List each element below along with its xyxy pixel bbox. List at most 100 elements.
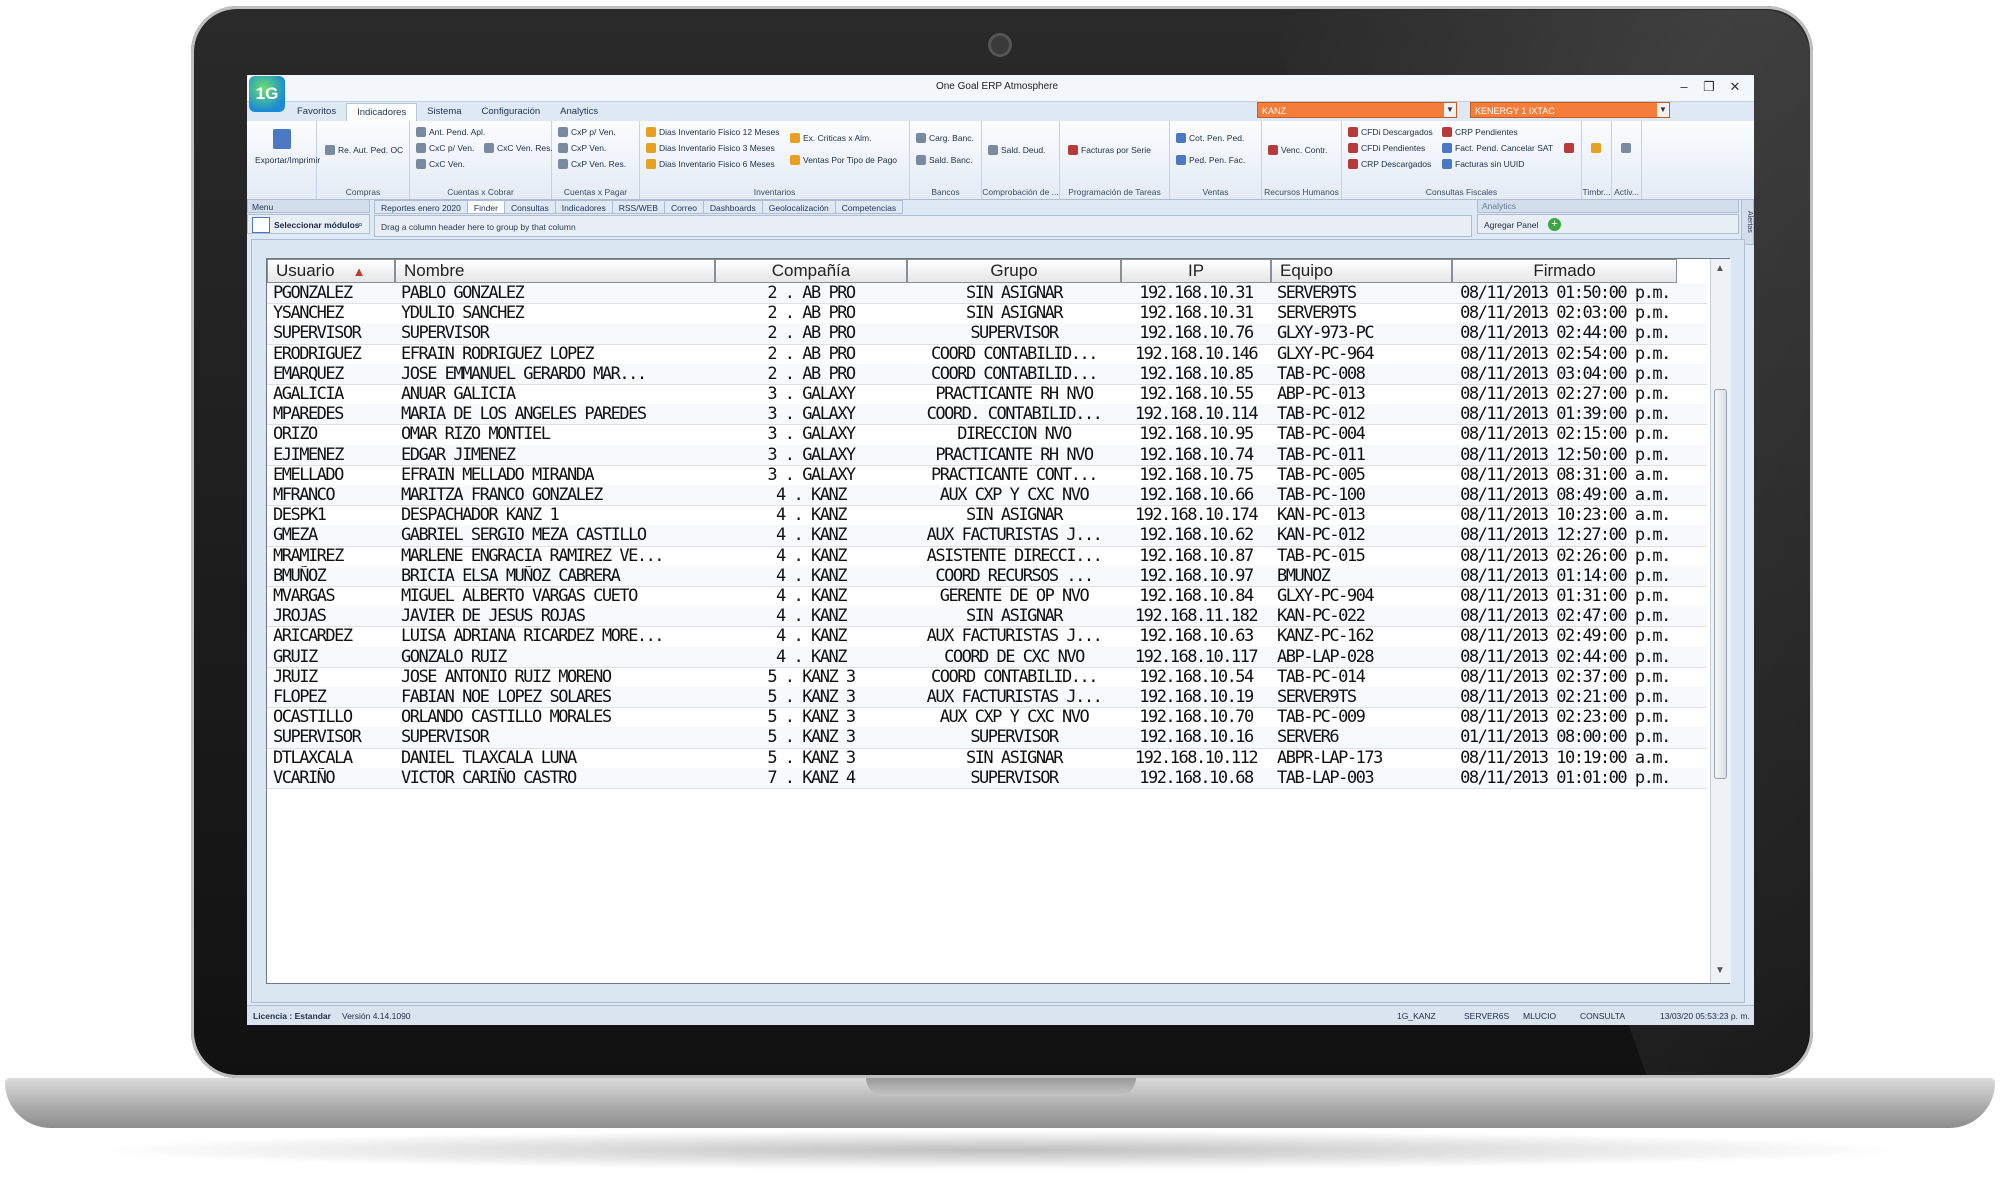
cxp-ven-res-button[interactable]: CxP Ven. Res. [558,159,626,169]
column-header-ip[interactable]: IP [1121,259,1271,283]
carg-banc-button[interactable]: Carg. Banc. [916,133,974,143]
tab-geolocalizacion[interactable]: Geolocalización [762,200,836,214]
fact-pend-cancelar-button[interactable]: Fact. Pend. Cancelar SAT [1442,143,1553,153]
table-row[interactable]: FLOPEZ FABIAN NOE LOPEZ SOLARES 5 . KANZ 3… [267,687,1707,709]
table-row[interactable]: SUPERVISOR SUPERVISOR 2 . AB PRO SUPERVISOR… [267,323,1707,345]
table-row[interactable]: MRAMIREZ MARLENE ENGRACIA RAMIREZ VE... 4 … [267,546,1707,567]
branch-select[interactable]: KENERGY 1 IXTAC ▼ [1470,102,1670,118]
table-row[interactable]: PGONZALEZ PABLO GONZALEZ 2 . AB PRO SIN ASI… [267,283,1707,305]
add-icon[interactable]: + [1548,218,1561,231]
ant-pend-apl-button[interactable]: Ant. Pend. Apl. [416,127,485,137]
venc-contr-button[interactable]: Venc. Contr. [1268,145,1327,155]
group-by-area[interactable]: Drag a column header here to group by th… [374,215,1472,237]
cxp-ven-button[interactable]: CxP Ven. [558,143,606,153]
column-header-grupo[interactable]: Grupo [907,259,1121,283]
export-print-button[interactable]: Exportar/Imprimir [255,155,320,165]
dias-inv-6-button[interactable]: Dias Inventario Fisico 6 Meses [646,159,775,169]
tab-finder[interactable]: Finder [467,200,505,214]
cfdi-pendientes-button[interactable]: CFDi Pendientes [1348,143,1425,153]
table-row[interactable]: EJIMENEZ EDGAR JIMENEZ 3 . GALAXY PRACTICAN… [267,444,1707,466]
cell-grupo: SIN ASIGNAR [965,606,1064,627]
minimize-button[interactable]: – [1672,79,1696,95]
crp-pendientes-button[interactable]: CRP Pendientes [1442,127,1518,137]
cell-ip: 192.168.10.31 [1139,283,1254,303]
ribbon-group-inventarios: Dias Inventario Fisico 12 Meses Dias Inv… [640,121,910,199]
tab-sistema[interactable]: Sistema [417,103,471,121]
column-header-equipo[interactable]: Equipo [1271,259,1452,283]
table-row[interactable]: GMEZA GABRIEL SERGIO MEZA CASTILLO 4 . KAN… [267,525,1707,547]
table-row[interactable]: ORIZO OMAR RIZO MONTIEL 3 . GALAXY DIRECCIO… [267,424,1707,446]
timbrado-button[interactable] [1591,143,1604,153]
fiscal-extra-button[interactable] [1564,143,1577,153]
table-row[interactable]: JROJAS JAVIER DE JESUS ROJAS 4 . KANZ SIN A… [267,606,1707,628]
cell-compania: 4 . KANZ [776,586,847,606]
table-row[interactable]: AGALICIA ANUAR GALICIA 3 . GALAXY PRACTICAN… [267,384,1707,406]
app-logo[interactable]: 1G [249,76,285,112]
facturas-sin-uuid-button[interactable]: Facturas sin UUID [1442,159,1524,169]
cell-nombre: ANUAR GALICIA [401,384,516,404]
restore-button[interactable]: ❐ [1697,79,1721,95]
tab-correo[interactable]: Correo [664,200,704,214]
search-icon[interactable]: ⌕ [358,219,363,230]
close-button[interactable]: ✕ [1723,79,1747,95]
table-row[interactable]: DESPK1 DESPACHADOR KANZ 1 4 . KANZ SIN ASIG… [267,505,1707,527]
re-aut-ped-oc-button[interactable]: Re. Aut. Ped. OC [325,145,403,155]
facturas-serie-button[interactable]: Facturas por Serie [1068,145,1151,155]
tab-competencias[interactable]: Competencias [835,200,904,214]
tab-indicadores[interactable]: Indicadores [346,103,418,121]
cfdi-descargados-button[interactable]: CFDi Descargados [1348,127,1433,137]
company-select[interactable]: KANZ ▼ [1257,102,1457,118]
crp-descargados-button[interactable]: CRP Descargados [1348,159,1431,169]
table-row[interactable]: ERODRIGUEZ EFRAIN RODRIGUEZ LOPEZ 2 . AB P… [267,344,1707,365]
tab-dashboards[interactable]: Dashboards [703,200,763,214]
column-header-firmado[interactable]: Firmado [1452,259,1677,283]
tab-consultas[interactable]: Consultas [504,200,556,214]
table-row[interactable]: EMARQUEZ JOSE EMMANUEL GERARDO MAR... 2 . … [267,363,1707,385]
ex-criticas-button[interactable]: Ex. Criticas x Alm. [790,133,871,143]
column-header-nombre[interactable]: Nombre [395,259,715,283]
vertical-scrollbar[interactable]: ▲ ▼ [1710,259,1731,983]
dias-inv-3-button[interactable]: Dias Inventario Fisico 3 Meses [646,143,775,153]
table-row[interactable]: OCASTILLO ORLANDO CASTILLO MORALES 5 . KAN… [267,707,1707,729]
add-panel-button[interactable]: Agregar Panel [1484,220,1538,230]
cxc-ven-res-button[interactable]: CxC Ven. Res. [484,143,553,153]
dias-inv-12-button[interactable]: Dias Inventario Fisico 12 Meses [646,127,779,137]
sald-deud-button[interactable]: Sald. Deud. [988,145,1045,155]
tab-configuracion[interactable]: Configuración [472,103,551,121]
cell-ip: 192.168.10.95 [1139,424,1254,445]
tab-reportes[interactable]: Reportes enero 2020 [374,200,468,214]
cxp-p-ven-button[interactable]: CxP p/ Ven. [558,127,616,137]
table-row[interactable]: DTLAXCALA DANIEL TLAXCALA LUNA 5 . KANZ 3 S… [267,748,1707,769]
table-row[interactable]: VCARIÑO VICTOR CARIÑO CASTRO 7 . KANZ 4 SUP… [267,767,1707,789]
table-row[interactable]: YSANCHEZ YDULIO SANCHEZ 2 . AB PRO SIN ASIG… [267,303,1707,325]
table-row[interactable]: SUPERVISOR SUPERVISOR 5 . KANZ 3 SUPERVISOR… [267,727,1707,749]
table-row[interactable]: EMELLADO EFRAIN MELLADO MIRANDA 3 . GALAXY… [267,465,1707,486]
scroll-up-icon[interactable]: ▲ [1715,263,1725,274]
tab-analytics[interactable]: Analytics [550,103,608,121]
cot-pen-ped-button[interactable]: Cot. Pen. Ped. [1176,133,1244,143]
table-row[interactable]: GRUIZ GONZALO RUIZ 4 . KANZ COORD DE CXC NV… [267,646,1707,668]
scroll-down-icon[interactable]: ▼ [1715,965,1725,976]
cxc-p-ven-button[interactable]: CxC p/ Ven. [416,143,474,153]
ped-pen-fac-button[interactable]: Ped. Pen. Fac. [1176,155,1245,165]
table-row[interactable]: ARICARDEZ LUISA ADRIANA RICARDEZ MORE... 4… [267,626,1707,648]
table-row[interactable]: MVARGAS MIGUEL ALBERTO VARGAS CUETO 4 . KA… [267,586,1707,608]
scrollbar-thumb[interactable] [1714,389,1727,779]
cxc-ven-button[interactable]: CxC Ven. [416,159,465,169]
table-row[interactable]: MFRANCO MARITZA FRANCO GONZALEZ 4 . KANZ AU… [267,485,1707,507]
chevron-down-icon[interactable]: ▼ [1444,103,1456,117]
column-header-compania[interactable]: Compañía [715,259,907,283]
table-row[interactable]: MPAREDES MARIA DE LOS ANGELES PAREDES 3 . … [267,404,1707,426]
table-row[interactable]: BMUÑOZ BRICIA ELSA MUÑOZ CABRERA 4 . KANZ C… [267,565,1707,587]
actividades-button[interactable] [1621,143,1634,153]
table-row[interactable]: JRUIZ JOSE ANTONIO RUIZ MORENO 5 . KANZ 3 C… [267,667,1707,688]
column-header-usuario[interactable]: Usuario ▲ [267,259,395,283]
ventas-tipo-pago-button[interactable]: Ventas Por Tipo de Pago [790,155,897,165]
sald-banc-button[interactable]: Sald. Banc. [916,155,972,165]
tab-indicadores-doc[interactable]: Indicadores [555,200,613,214]
chevron-down-icon[interactable]: ▼ [1657,103,1669,117]
tab-favoritos[interactable]: Favoritos [287,103,346,121]
cell-compania: 4 . KANZ [776,626,847,647]
select-modules-label[interactable]: Seleccionar módulos [274,220,360,230]
tab-rss[interactable]: RSS/WEB [612,200,665,214]
